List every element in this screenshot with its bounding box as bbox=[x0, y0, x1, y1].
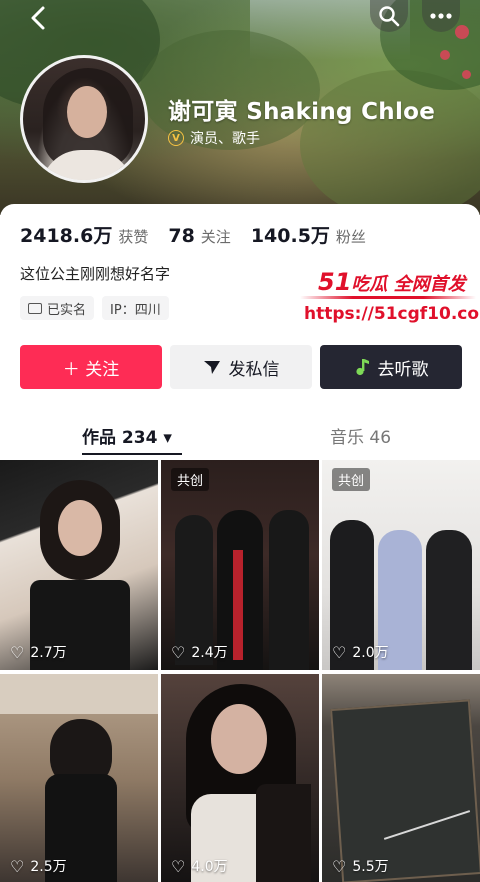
following-label[interactable]: 关注 bbox=[201, 226, 231, 247]
followers-label[interactable]: 粉丝 bbox=[336, 226, 366, 247]
video-likes-count: 2.7万 bbox=[30, 645, 67, 661]
banner-flower bbox=[462, 70, 471, 79]
chevron-left-icon bbox=[31, 6, 45, 30]
watermark-text: 吃瓜 全网首发 bbox=[351, 274, 466, 295]
collab-badge: 共创 bbox=[171, 468, 210, 491]
avatar[interactable] bbox=[20, 55, 148, 183]
tag-verified-identity: 已实名 bbox=[20, 296, 95, 320]
video-likes: ♡ 2.5万 bbox=[10, 856, 67, 876]
watermark-title: 51吃瓜 全网首发 bbox=[318, 268, 466, 296]
collab-badge: 共创 bbox=[332, 468, 371, 491]
video-tile[interactable]: 共创 ♡ 2.0万 bbox=[322, 460, 480, 670]
follow-button-label: ＋ 关注 bbox=[62, 359, 120, 380]
verified-label: 演员、歌手 bbox=[190, 131, 260, 147]
heart-icon: ♡ bbox=[171, 642, 186, 662]
following-count[interactable]: 78 bbox=[168, 225, 194, 247]
avatar-face bbox=[67, 86, 107, 138]
thumb-blackboard bbox=[330, 699, 480, 882]
music-note-icon bbox=[355, 359, 369, 376]
thumb-jacket bbox=[256, 784, 311, 882]
video-likes-count: 2.0万 bbox=[352, 645, 389, 661]
heart-icon: ♡ bbox=[332, 642, 347, 662]
likes-label: 获赞 bbox=[118, 228, 149, 246]
video-tile[interactable]: 共创 ♡ 2.4万 bbox=[161, 460, 319, 670]
id-card-icon bbox=[28, 302, 42, 314]
profile-bio: 这位公主刚刚想好名字 bbox=[20, 265, 171, 283]
video-tile[interactable]: ♡ 2.7万 bbox=[0, 460, 158, 670]
more-dots-icon bbox=[430, 13, 452, 19]
verified-v-icon: V bbox=[168, 130, 184, 146]
watermark-url: https://51cgf10.com bbox=[304, 304, 480, 324]
video-likes: ♡ 5.5万 bbox=[332, 856, 389, 876]
message-button[interactable]: 发私信 bbox=[170, 345, 312, 389]
tag-label: IP：四川 bbox=[110, 302, 161, 318]
banner-flower bbox=[440, 50, 450, 60]
tag-label: 已实名 bbox=[47, 302, 87, 318]
thumb-figure bbox=[269, 510, 309, 670]
thumb-face bbox=[211, 704, 267, 774]
watermark-number: 51 bbox=[318, 268, 352, 296]
message-button-label: 发私信 bbox=[228, 359, 280, 380]
heart-icon: ♡ bbox=[10, 642, 25, 662]
thumb-scarf bbox=[233, 550, 243, 660]
watermark-divider bbox=[300, 296, 476, 299]
thumb-face bbox=[58, 500, 102, 556]
video-tile[interactable]: ♡ 4.0万 bbox=[161, 674, 319, 882]
thumb-figure bbox=[426, 530, 472, 670]
video-grid: ♡ 2.7万 共创 ♡ 2.4万 共创 ♡ 2.0万 ♡ 2.5万 ♡ 4.0万 ♡ 5.5… bbox=[0, 460, 480, 882]
video-likes: ♡ 4.0万 bbox=[171, 856, 228, 876]
video-likes: ♡ 2.7万 bbox=[10, 642, 67, 662]
profile-name: 谢可寅 Shaking Chloe bbox=[168, 99, 436, 125]
listen-music-button[interactable]: 去听歌 bbox=[320, 345, 462, 389]
follow-button[interactable]: ＋ 关注 bbox=[20, 345, 162, 389]
video-likes-count: 4.0万 bbox=[191, 859, 228, 875]
tab-music[interactable]: 音乐 46 bbox=[330, 423, 391, 448]
heart-icon: ♡ bbox=[332, 856, 347, 876]
search-icon bbox=[379, 6, 400, 27]
followers-count[interactable]: 140.5万 bbox=[251, 221, 330, 248]
heart-icon: ♡ bbox=[171, 856, 186, 876]
profile-banner: 谢可寅 Shaking Chloe V 演员、歌手 bbox=[0, 0, 480, 215]
verified-info: V 演员、歌手 bbox=[168, 128, 260, 148]
tab-active-indicator bbox=[82, 453, 182, 455]
banner-flower bbox=[455, 25, 469, 39]
listen-music-label: 去听歌 bbox=[377, 359, 429, 380]
heart-icon: ♡ bbox=[10, 856, 25, 876]
tab-works[interactable]: 作品 234 ▾ bbox=[82, 423, 172, 448]
video-likes-count: 5.5万 bbox=[352, 859, 389, 875]
video-likes: ♡ 2.4万 bbox=[171, 642, 228, 662]
profile-tags: 已实名 IP：四川 bbox=[20, 296, 177, 320]
video-likes-count: 2.5万 bbox=[30, 859, 67, 875]
stats-row: 2418.6万 获赞 78 关注 140.5万 粉丝 bbox=[20, 221, 386, 248]
video-tile[interactable]: ♡ 2.5万 bbox=[0, 674, 158, 882]
back-button[interactable] bbox=[26, 4, 54, 32]
thumb-ceiling bbox=[0, 674, 158, 714]
video-tile[interactable]: ♡ 5.5万 bbox=[322, 674, 480, 882]
likes-count: 2418.6万 bbox=[20, 225, 113, 247]
tag-ip-location: IP：四川 bbox=[102, 296, 169, 320]
video-likes-count: 2.4万 bbox=[191, 645, 228, 661]
video-likes: ♡ 2.0万 bbox=[332, 642, 389, 662]
send-icon bbox=[203, 361, 220, 374]
